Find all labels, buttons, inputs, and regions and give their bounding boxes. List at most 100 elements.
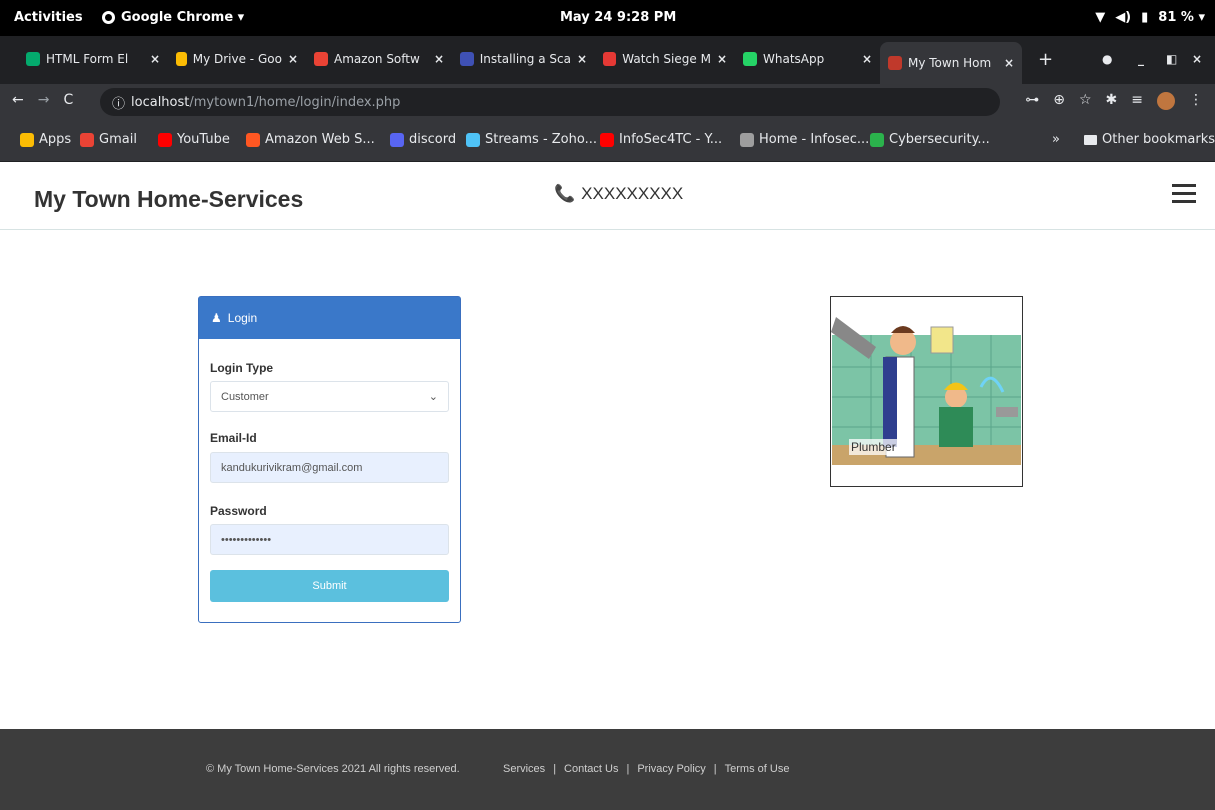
chevron-down-icon: ⌄ — [428, 391, 438, 403]
globe-icon — [740, 132, 754, 147]
footer-separator: | — [553, 763, 557, 775]
bookmark-item[interactable]: Apps — [20, 132, 71, 147]
key-icon[interactable]: ⊶ — [1025, 92, 1039, 110]
app-name: Google Chrome ▾ — [121, 10, 245, 25]
browser-tab[interactable]: Watch Siege M × — [595, 44, 735, 74]
forward-icon[interactable]: → — [38, 92, 50, 108]
bookmark-label: Cybersecurity... — [889, 132, 990, 147]
close-tab-icon[interactable]: × — [434, 52, 444, 66]
footer-links: Services | Contact Us | Privacy Policy | Terms… — [503, 763, 789, 775]
reading-list-icon[interactable]: ≡ — [1131, 92, 1143, 110]
app-menu[interactable]: Google Chrome ▾ — [102, 10, 244, 25]
gmail-icon — [314, 52, 328, 66]
login-title: Login — [227, 311, 258, 325]
minimize-icon[interactable]: _ — [1138, 44, 1144, 74]
back-icon[interactable]: ← — [12, 92, 24, 108]
login-type-select[interactable]: Customer ⌄ — [210, 381, 449, 412]
restore-icon[interactable]: ◧ — [1166, 44, 1177, 74]
activities-button[interactable]: Activities — [14, 10, 83, 25]
bookmarks-overflow-icon[interactable]: » — [1052, 132, 1060, 147]
apps-grid-icon — [20, 132, 34, 147]
footer-link[interactable]: Privacy Policy — [637, 763, 705, 775]
zoom-icon[interactable]: ⊕ — [1053, 92, 1065, 110]
browser-tab[interactable]: My Drive - Goo × — [168, 44, 306, 74]
system-tray[interactable]: ▼ ◀) ▮ 81 % ▾ — [1095, 10, 1205, 25]
circle-icon[interactable]: ● — [1102, 44, 1112, 74]
bookmark-item[interactable]: discord — [390, 132, 456, 147]
close-window-icon[interactable]: × — [1192, 44, 1202, 74]
tab-label: WhatsApp — [763, 52, 825, 66]
close-tab-icon[interactable]: × — [717, 52, 727, 66]
login-type-value: Customer — [221, 390, 269, 403]
close-tab-icon[interactable]: × — [288, 52, 298, 66]
browser-tab[interactable]: Amazon Softw × — [306, 44, 452, 74]
user-icon: ♟ — [211, 311, 222, 325]
close-tab-icon[interactable]: × — [150, 52, 160, 66]
phone-contact[interactable]: 📞 XXXXXXXXX — [554, 184, 683, 204]
close-tab-icon[interactable]: × — [577, 52, 587, 66]
w3schools-icon — [26, 52, 40, 66]
address-bar[interactable]: ⓘ localhost/mytown1/home/login/index.php — [100, 88, 1000, 116]
battery-level: 81 % ▾ — [1158, 10, 1205, 25]
new-tab-icon[interactable]: + — [1030, 44, 1061, 74]
discord-icon — [390, 132, 404, 147]
zoho-icon — [466, 132, 480, 147]
bookmark-item[interactable]: InfoSec4TC - Y... — [600, 132, 722, 147]
red-x-icon — [603, 52, 617, 66]
password-field[interactable]: ••••••••••••• — [210, 524, 449, 555]
bookmark-item[interactable]: Home - Infosec... — [740, 132, 869, 147]
site-footer: © My Town Home-Services 2021 All rights … — [0, 729, 1215, 810]
password-label: Password — [210, 504, 267, 518]
whatsapp-icon — [743, 52, 757, 66]
star-icon[interactable]: ☆ — [1079, 92, 1092, 110]
profile-avatar[interactable] — [1157, 92, 1175, 110]
plumber-illustration — [831, 317, 1022, 486]
footer-link[interactable]: Contact Us — [564, 763, 618, 775]
phone-icon: 📞 — [554, 184, 576, 203]
email-field[interactable]: kandukurivikram@gmail.com — [210, 452, 449, 483]
bookmark-label: YouTube — [177, 132, 230, 147]
tab-strip: HTML Form El × My Drive - Goo × Amazon Softw… — [0, 36, 1215, 84]
os-top-bar: Activities Google Chrome ▾ May 24 9:28 P… — [0, 0, 1215, 36]
info-icon[interactable]: ⓘ — [112, 93, 125, 112]
tab-label: My Town Hom — [908, 56, 992, 70]
footer-link[interactable]: Services — [503, 763, 545, 775]
service-caption: Plumber — [849, 439, 898, 455]
submit-button[interactable]: Submit — [210, 570, 449, 602]
bookmark-item[interactable]: YouTube — [158, 132, 230, 147]
wifi-icon: ▼ — [1095, 10, 1106, 25]
login-panel-header: ♟ Login — [199, 297, 460, 339]
bookmark-label: discord — [409, 132, 457, 147]
bookmark-item[interactable]: Gmail — [80, 132, 137, 147]
aws-icon — [246, 132, 260, 147]
browser-tab[interactable]: Installing a Sca × — [452, 44, 595, 74]
login-panel: ♟ Login Login Type Customer ⌄ Email-Id k… — [198, 296, 461, 623]
browser-tab[interactable]: My Town Hom × — [880, 42, 1022, 84]
bookmark-item[interactable]: Amazon Web S... — [246, 132, 375, 147]
url-path: /mytown1/home/login/index.php — [189, 94, 401, 110]
reload-icon[interactable]: C — [63, 92, 73, 108]
other-bookmarks[interactable]: Other bookmarks — [1084, 132, 1215, 147]
email-value: kandukurivikram@gmail.com — [221, 461, 363, 474]
browser-tab[interactable]: HTML Form El × — [18, 44, 168, 74]
close-tab-icon[interactable]: × — [1004, 56, 1014, 70]
copyright-text: © My Town Home-Services 2021 All rights … — [206, 763, 460, 775]
bookmark-label: Gmail — [99, 132, 137, 147]
site-brand[interactable]: My Town Home-Services — [34, 186, 303, 213]
footer-separator: | — [626, 763, 630, 775]
bookmark-item[interactable]: Streams - Zoho... — [466, 132, 597, 147]
clock[interactable]: May 24 9:28 PM — [560, 10, 676, 25]
service-card-plumber[interactable]: Plumber — [830, 296, 1023, 487]
more-icon[interactable]: ⋮ — [1189, 92, 1203, 110]
other-bookmarks-label: Other bookmarks — [1102, 132, 1215, 147]
site-header: My Town Home-Services 📞 XXXXXXXXX — [0, 162, 1215, 230]
extensions-icon[interactable]: ✱ — [1106, 92, 1118, 110]
bookmark-item[interactable]: Cybersecurity... — [870, 132, 990, 147]
tab-label: Amazon Softw — [334, 52, 420, 66]
browser-tab[interactable]: WhatsApp × — [735, 44, 880, 74]
footer-link[interactable]: Terms of Use — [725, 763, 790, 775]
bookmark-label: Home - Infosec... — [759, 132, 870, 147]
close-tab-icon[interactable]: × — [862, 52, 872, 66]
hamburger-menu-icon[interactable] — [1172, 184, 1196, 204]
shield-icon — [460, 52, 474, 66]
